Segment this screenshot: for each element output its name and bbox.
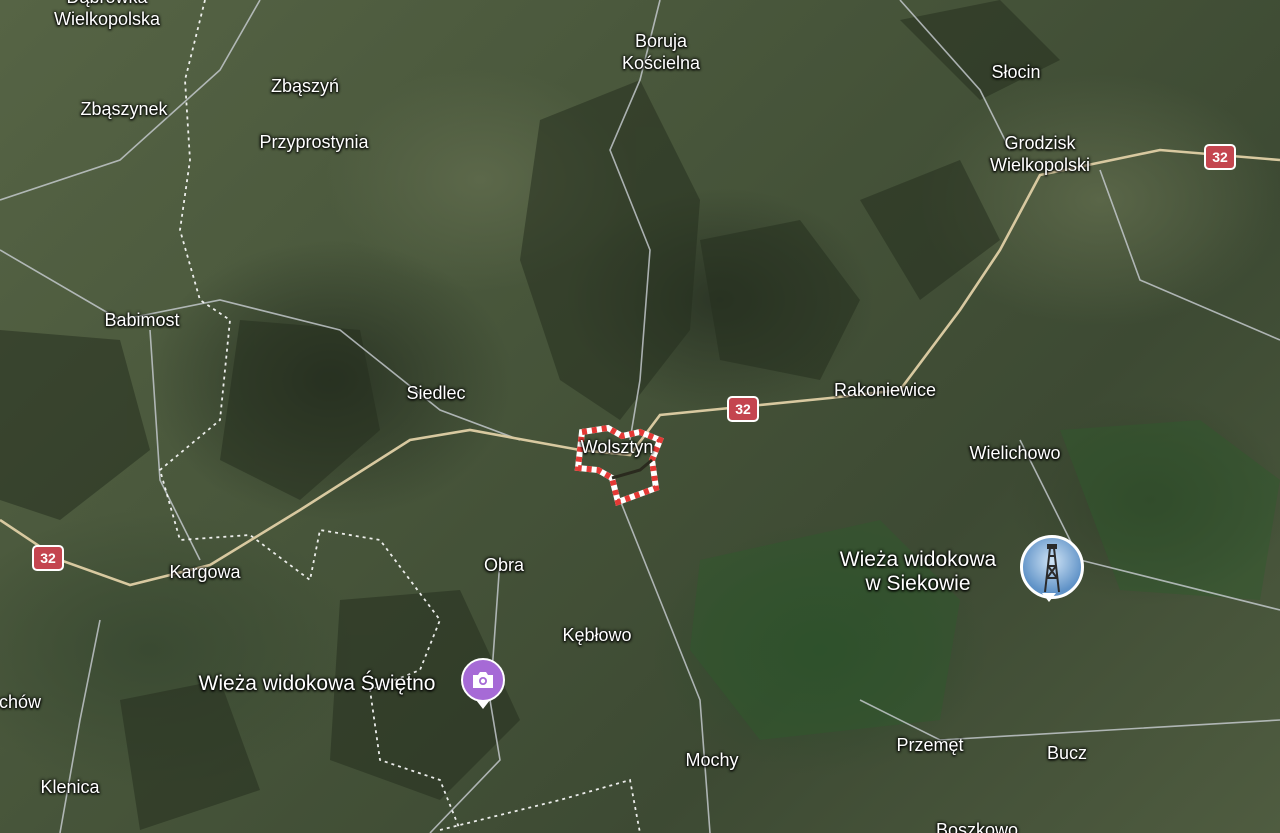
lookout-tower-photo-icon xyxy=(1020,535,1084,599)
map-lines xyxy=(0,0,1280,833)
pin-tail xyxy=(476,700,490,709)
place-wolsztyn[interactable]: Wolsztyn xyxy=(581,436,654,458)
place-keblowo[interactable]: Kębłowo xyxy=(562,624,631,646)
satellite-map[interactable]: Dąbrówka Wielkopolska Zbąszynek Zbąszyń … xyxy=(0,0,1280,833)
place-przyprostynia[interactable]: Przyprostynia xyxy=(259,131,368,153)
place-wieza-swietno[interactable]: Wieża widokowa Świętno xyxy=(199,672,436,696)
place-boszkowo[interactable]: Boszkowo xyxy=(936,819,1018,833)
place-wieza-siekowo[interactable]: Wieża widokowa w Siekowie xyxy=(840,548,996,596)
place-siedlec[interactable]: Siedlec xyxy=(406,382,465,404)
road-shield-32-center: 32 xyxy=(727,396,759,422)
place-bucz[interactable]: Bucz xyxy=(1047,742,1087,764)
place-chow[interactable]: chów xyxy=(0,691,41,713)
place-kargowa[interactable]: Kargowa xyxy=(169,561,240,583)
place-mochy[interactable]: Mochy xyxy=(685,749,738,771)
place-klenica[interactable]: Klenica xyxy=(40,776,99,798)
place-boruja-koscielna[interactable]: Boruja Kościelna xyxy=(622,30,700,74)
road-shield-32-west: 32 xyxy=(32,545,64,571)
place-slocin[interactable]: Słocin xyxy=(991,61,1040,83)
place-wielichowo[interactable]: Wielichowo xyxy=(969,442,1060,464)
place-babimost[interactable]: Babimost xyxy=(104,309,179,331)
pin-tail xyxy=(1042,593,1056,602)
road-shield-32-east: 32 xyxy=(1204,144,1236,170)
place-obra[interactable]: Obra xyxy=(484,554,524,576)
poi-siekowo-tower-marker[interactable] xyxy=(1020,535,1084,602)
place-grodzisk-wielkopolski[interactable]: Grodzisk Wielkopolski xyxy=(990,132,1090,176)
poi-swietno-tower-marker[interactable] xyxy=(461,658,505,709)
place-dabrowka-wielkopolska[interactable]: Dąbrówka Wielkopolska xyxy=(54,0,160,30)
place-zbaszynek[interactable]: Zbąszynek xyxy=(80,98,167,120)
place-przemet[interactable]: Przemęt xyxy=(896,734,963,756)
camera-icon xyxy=(461,658,505,702)
place-rakoniewice[interactable]: Rakoniewice xyxy=(834,379,936,401)
place-zbaszyn[interactable]: Zbąszyń xyxy=(271,75,339,97)
